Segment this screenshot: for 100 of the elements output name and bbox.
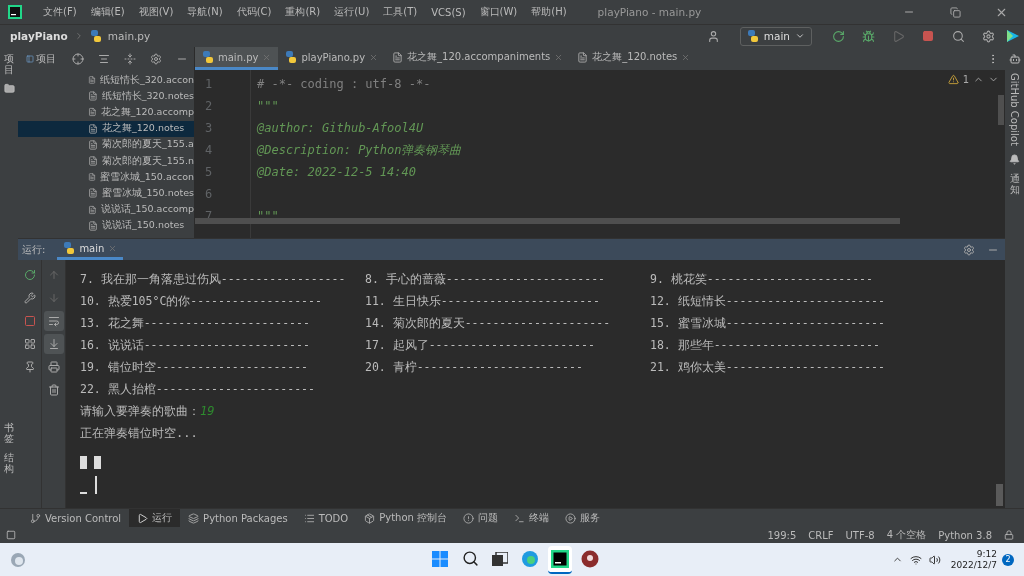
close-icon[interactable] <box>554 52 564 62</box>
settings-icon[interactable] <box>963 243 975 256</box>
menu-item[interactable]: 编辑(E) <box>83 5 132 19</box>
settings-icon[interactable] <box>150 52 162 65</box>
tool-window-button[interactable]: 服务 <box>557 509 609 527</box>
tree-item[interactable]: 纸短情长_320.accon <box>18 72 194 89</box>
app-icon[interactable] <box>581 549 599 568</box>
locate-icon[interactable] <box>72 52 84 65</box>
problems-icon <box>463 512 475 524</box>
file-icon <box>88 123 98 134</box>
menu-item[interactable]: 窗口(W) <box>472 5 525 19</box>
menu-item[interactable]: 代码(C) <box>229 5 279 19</box>
console-text: 正在弹奏错位时空... <box>80 424 198 442</box>
menu-item[interactable]: 帮助(H) <box>524 5 574 19</box>
stop-icon[interactable] <box>922 30 934 42</box>
bug-icon[interactable] <box>861 29 875 43</box>
tree-item[interactable]: 菊次郎的夏天_155.a <box>18 136 194 153</box>
console-text: 20. 青柠------------------------ <box>365 359 584 375</box>
notification-badge[interactable]: 2 <box>1002 553 1014 566</box>
terminal-icon <box>514 512 526 524</box>
status-item[interactable]: Python 3.8 <box>938 529 992 541</box>
volume-icon[interactable] <box>928 553 941 566</box>
line-number: 1 <box>204 77 214 91</box>
toolbar-toggle[interactable] <box>43 311 64 331</box>
side-tab[interactable]: GitHub Copilot <box>1009 73 1020 146</box>
tool-window-button[interactable]: 问题 <box>455 509 507 527</box>
clock[interactable]: 9:12 2022/12/7 <box>950 548 997 571</box>
side-tab[interactable]: 项目 <box>4 53 14 75</box>
side-tab[interactable]: 结构 <box>4 452 14 474</box>
editor-tab[interactable]: main.py <box>195 47 279 70</box>
wifi-icon[interactable] <box>909 553 922 566</box>
console-text: 19. 错位时空---------------------- <box>80 359 309 375</box>
status-item[interactable]: UTF-8 <box>845 529 875 541</box>
search-icon[interactable] <box>461 550 479 567</box>
tree-item[interactable]: 蜜雪冰城_150.notes <box>18 185 194 202</box>
tool-window-button[interactable]: Python Packages <box>180 509 296 527</box>
tree-item[interactable]: 说说话_150.accomp <box>18 201 194 218</box>
folder-icon <box>3 83 15 94</box>
tree-item[interactable]: 菊次郎的夏天_155.n <box>18 152 194 170</box>
tree-item[interactable]: 花之舞_120.notes <box>18 120 194 137</box>
weather-icon[interactable] <box>10 551 26 568</box>
run-config-dropdown[interactable]: main <box>739 26 812 46</box>
menu-item[interactable]: 视图(V) <box>131 5 181 19</box>
lock-icon[interactable] <box>1004 530 1014 540</box>
restore-icon[interactable] <box>949 6 961 18</box>
panel-title: 运行: <box>22 242 46 257</box>
scrollbar[interactable] <box>996 484 1003 506</box>
close-icon[interactable] <box>369 52 379 62</box>
scroll-to-end-icon <box>47 338 60 350</box>
bell-icon <box>1009 153 1020 165</box>
rerun-icon[interactable] <box>831 29 845 43</box>
menu-item[interactable]: 导航(N) <box>180 5 230 19</box>
toolbar-toggle[interactable] <box>43 334 64 354</box>
console-text: 8. 手心的蔷薇----------------------- <box>365 271 606 287</box>
tree-item[interactable]: 花之舞_120.accomp <box>18 104 194 121</box>
breadcrumb-item[interactable]: main.py <box>107 30 151 42</box>
warning-count: 1 <box>962 74 969 85</box>
windows-icon[interactable] <box>432 550 448 567</box>
tool-window-button[interactable]: 运行 <box>129 509 181 527</box>
menu-item[interactable]: 工具(T) <box>376 5 425 19</box>
code-line: @Date: 2022-12-5 14:40 <box>257 165 416 179</box>
status-item[interactable]: 199:5 <box>767 529 797 541</box>
console-text: 18. 那些年------------------------ <box>650 337 881 353</box>
editor-tab[interactable]: playPiano.py <box>278 47 386 70</box>
breadcrumb-item[interactable]: playPiano <box>10 30 68 42</box>
scrollbar[interactable] <box>998 95 1004 125</box>
side-tab[interactable]: 书签 <box>4 422 14 444</box>
menu-item[interactable]: 文件(F) <box>36 5 84 19</box>
file-icon <box>88 188 98 199</box>
status-item[interactable]: 4 个空格 <box>886 528 927 542</box>
task-view-icon[interactable] <box>492 551 508 566</box>
code-line: """ <box>257 99 279 113</box>
tool-window-button[interactable]: 终端 <box>506 509 558 527</box>
tree-item[interactable]: 说说话_150.notes <box>18 217 194 234</box>
menu-item[interactable]: 重构(R) <box>278 5 328 19</box>
status-item[interactable]: CRLF <box>808 529 834 541</box>
collapse-all-icon[interactable] <box>124 52 136 65</box>
editor-tab[interactable]: 花之舞_120.notes <box>570 47 698 70</box>
settings-icon[interactable] <box>981 29 995 43</box>
copilot-icon <box>1008 53 1021 65</box>
plugin-logo-icon[interactable] <box>1006 29 1020 43</box>
line-number: 5 <box>204 165 214 179</box>
expand-all-icon[interactable] <box>98 52 110 65</box>
side-tab[interactable]: 通知 <box>1009 172 1020 195</box>
scrollbar[interactable] <box>195 218 900 224</box>
user-icon[interactable] <box>707 29 721 43</box>
menu-item[interactable]: 运行(U) <box>327 5 377 19</box>
close-icon[interactable] <box>681 52 691 62</box>
editor-tab[interactable]: 花之舞_120.accompaniments <box>385 47 571 70</box>
tree-item[interactable]: 纸短情长_320.notes <box>18 88 194 105</box>
ide-app-icon[interactable] <box>551 549 569 568</box>
tree-item[interactable]: 蜜雪冰城_150.accon <box>18 169 194 186</box>
console-text: 10. 热爱105°C的你------------------- <box>80 293 323 309</box>
browser-icon[interactable] <box>521 549 539 568</box>
tool-window-button[interactable]: Version Control <box>22 509 130 527</box>
tool-window-button[interactable]: Python 控制台 <box>356 509 456 527</box>
play-icon[interactable] <box>891 29 905 43</box>
tool-window-button[interactable]: TODO <box>295 509 357 527</box>
menu-item[interactable]: VCS(S) <box>424 6 473 18</box>
layout-icon[interactable] <box>6 530 16 540</box>
